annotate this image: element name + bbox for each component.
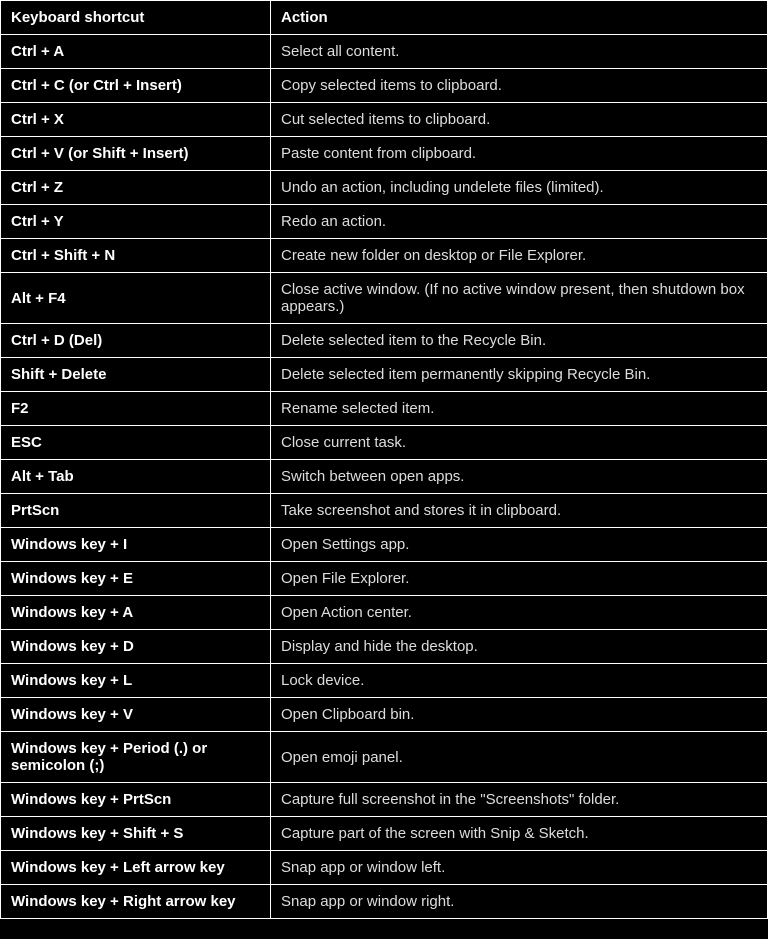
table-row: Windows key + Shift + SCapture part of t… [1,817,768,851]
action-cell: Capture part of the screen with Snip & S… [271,817,768,851]
shortcuts-table: Keyboard shortcut Action Ctrl + ASelect … [0,0,768,919]
table-row: PrtScnTake screenshot and stores it in c… [1,494,768,528]
table-row: Alt + F4Close active window. (If no acti… [1,273,768,324]
table-row: Ctrl + YRedo an action. [1,205,768,239]
table-row: F2Rename selected item. [1,392,768,426]
action-cell: Close current task. [271,426,768,460]
shortcut-cell: Windows key + D [1,630,271,664]
action-cell: Snap app or window left. [271,851,768,885]
action-cell: Undo an action, including undelete files… [271,171,768,205]
table-row: Windows key + VOpen Clipboard bin. [1,698,768,732]
shortcut-cell: Windows key + Right arrow key [1,885,271,919]
table-row: Windows key + Right arrow keySnap app or… [1,885,768,919]
action-cell: Open Clipboard bin. [271,698,768,732]
shortcut-cell: Ctrl + V (or Shift + Insert) [1,137,271,171]
table-row: Windows key + Period (.) or semicolon (;… [1,732,768,783]
action-cell: Take screenshot and stores it in clipboa… [271,494,768,528]
header-action: Action [271,1,768,35]
action-cell: Paste content from clipboard. [271,137,768,171]
table-row: Ctrl + D (Del)Delete selected item to th… [1,324,768,358]
shortcut-cell: Ctrl + X [1,103,271,137]
shortcut-cell: Windows key + Shift + S [1,817,271,851]
action-cell: Open File Explorer. [271,562,768,596]
action-cell: Capture full screenshot in the "Screensh… [271,783,768,817]
table-header-row: Keyboard shortcut Action [1,1,768,35]
shortcut-cell: Windows key + Left arrow key [1,851,271,885]
shortcut-cell: Windows key + E [1,562,271,596]
action-cell: Open emoji panel. [271,732,768,783]
action-cell: Rename selected item. [271,392,768,426]
shortcut-cell: Ctrl + Shift + N [1,239,271,273]
action-cell: Cut selected items to clipboard. [271,103,768,137]
shortcut-cell: Windows key + L [1,664,271,698]
shortcut-cell: Windows key + Period (.) or semicolon (;… [1,732,271,783]
table-row: Windows key + AOpen Action center. [1,596,768,630]
action-cell: Switch between open apps. [271,460,768,494]
table-row: Ctrl + ASelect all content. [1,35,768,69]
shortcut-cell: PrtScn [1,494,271,528]
shortcut-cell: Windows key + I [1,528,271,562]
action-cell: Create new folder on desktop or File Exp… [271,239,768,273]
shortcut-cell: Ctrl + C (or Ctrl + Insert) [1,69,271,103]
table-row: Shift + DeleteDelete selected item perma… [1,358,768,392]
shortcut-cell: Shift + Delete [1,358,271,392]
shortcut-cell: F2 [1,392,271,426]
action-cell: Delete selected item to the Recycle Bin. [271,324,768,358]
shortcut-cell: ESC [1,426,271,460]
action-cell: Close active window. (If no active windo… [271,273,768,324]
header-shortcut: Keyboard shortcut [1,1,271,35]
action-cell: Open Settings app. [271,528,768,562]
table-row: Ctrl + ZUndo an action, including undele… [1,171,768,205]
shortcut-cell: Windows key + A [1,596,271,630]
shortcut-cell: Ctrl + D (Del) [1,324,271,358]
table-row: Alt + TabSwitch between open apps. [1,460,768,494]
action-cell: Copy selected items to clipboard. [271,69,768,103]
table-row: Ctrl + XCut selected items to clipboard. [1,103,768,137]
shortcut-cell: Ctrl + Y [1,205,271,239]
table-row: Ctrl + Shift + NCreate new folder on des… [1,239,768,273]
shortcut-cell: Alt + F4 [1,273,271,324]
action-cell: Open Action center. [271,596,768,630]
shortcut-cell: Alt + Tab [1,460,271,494]
action-cell: Delete selected item permanently skippin… [271,358,768,392]
table-row: Windows key + IOpen Settings app. [1,528,768,562]
table-row: Windows key + DDisplay and hide the desk… [1,630,768,664]
shortcut-cell: Ctrl + Z [1,171,271,205]
shortcut-cell: Windows key + V [1,698,271,732]
action-cell: Snap app or window right. [271,885,768,919]
shortcut-cell: Windows key + PrtScn [1,783,271,817]
shortcut-cell: Ctrl + A [1,35,271,69]
table-row: Ctrl + V (or Shift + Insert)Paste conten… [1,137,768,171]
table-row: Windows key + Left arrow keySnap app or … [1,851,768,885]
table-row: Windows key + EOpen File Explorer. [1,562,768,596]
table-row: Windows key + PrtScnCapture full screens… [1,783,768,817]
action-cell: Lock device. [271,664,768,698]
action-cell: Display and hide the desktop. [271,630,768,664]
table-row: Windows key + LLock device. [1,664,768,698]
table-row: Ctrl + C (or Ctrl + Insert)Copy selected… [1,69,768,103]
action-cell: Redo an action. [271,205,768,239]
action-cell: Select all content. [271,35,768,69]
table-row: ESCClose current task. [1,426,768,460]
